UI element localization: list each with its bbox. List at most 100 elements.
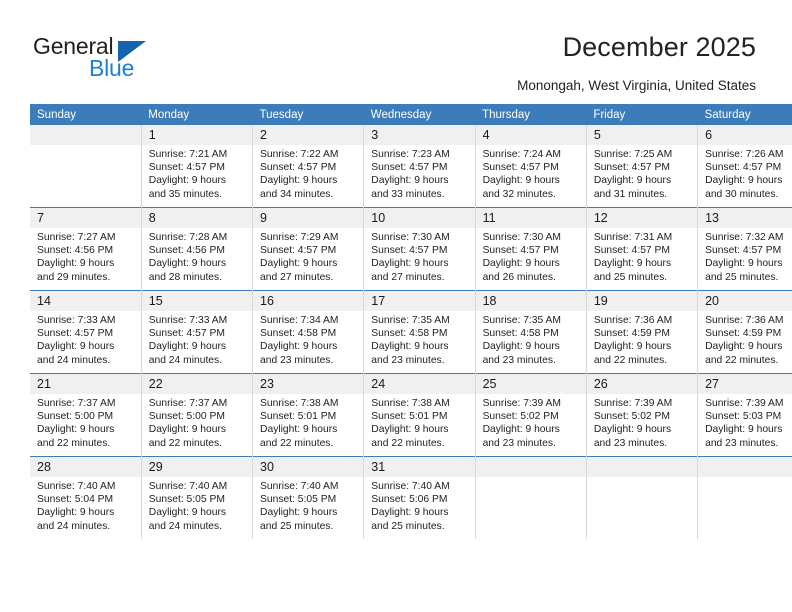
sunset-time: Sunset: 4:59 PM (593, 328, 670, 340)
daylight-duration-line2: and 31 minutes. (593, 188, 668, 200)
day-details: Sunrise: 7:22 AM Sunset: 4:57 PM Daylight:… (253, 145, 363, 201)
day-details: Sunrise: 7:40 AM Sunset: 5:06 PM Daylight:… (364, 477, 474, 533)
calendar-day-cell[interactable]: 12 Sunrise: 7:31 AM Sunset: 4:57 PM Dayligh… (586, 207, 699, 291)
day-number: 16 (253, 291, 364, 311)
daylight-duration-line2: and 27 minutes. (260, 271, 334, 283)
daylight-duration-line1: Daylight: 9 hours (260, 341, 338, 353)
calendar-day-cell[interactable]: 19 Sunrise: 7:36 AM Sunset: 4:59 PM Dayligh… (586, 290, 699, 374)
calendar-day-cell[interactable]: 17 Sunrise: 7:35 AM Sunset: 4:58 PM Dayligh… (363, 290, 476, 374)
day-number (30, 125, 141, 145)
day-details: Sunrise: 7:36 AM Sunset: 4:59 PM Daylight:… (587, 311, 697, 367)
calendar-day-cell[interactable]: 25 Sunrise: 7:39 AM Sunset: 5:02 PM Dayligh… (475, 373, 587, 457)
sunrise-time: Sunrise: 7:21 AM (148, 149, 228, 160)
day-number (475, 457, 586, 477)
daylight-duration-line1: Daylight: 9 hours (482, 175, 560, 187)
daylight-duration-line2: and 22 minutes. (260, 437, 334, 449)
calendar-day-cell[interactable]: 10 Sunrise: 7:30 AM Sunset: 4:57 PM Dayligh… (363, 207, 476, 291)
day-details: Sunrise: 7:30 AM Sunset: 4:57 PM Daylight:… (476, 228, 586, 284)
calendar-day-cell[interactable]: 21 Sunrise: 7:37 AM Sunset: 5:00 PM Dayligh… (30, 373, 142, 457)
page-subtitle-location: Monongah, West Virginia, United States (517, 78, 756, 93)
sunset-time: Sunset: 4:58 PM (482, 328, 559, 340)
weekday-header-friday: Friday (586, 104, 698, 125)
day-number: 19 (586, 291, 698, 311)
sunrise-time: Sunrise: 7:33 AM (37, 315, 116, 326)
daylight-duration-line2: and 26 minutes. (482, 271, 556, 283)
daylight-duration-line2: and 28 minutes. (148, 271, 223, 283)
day-number (698, 457, 792, 477)
day-details: Sunrise: 7:37 AM Sunset: 5:00 PM Daylight:… (30, 394, 141, 450)
calendar-day-cell[interactable]: 31 Sunrise: 7:40 AM Sunset: 5:06 PM Dayligh… (363, 456, 476, 539)
daylight-duration-line2: and 22 minutes. (705, 354, 779, 366)
calendar-day-cell[interactable]: 15 Sunrise: 7:33 AM Sunset: 4:57 PM Dayligh… (141, 290, 254, 374)
daylight-duration-line1: Daylight: 9 hours (705, 424, 783, 436)
sunset-time: Sunset: 4:57 PM (705, 162, 782, 174)
calendar-week-row: 21 Sunrise: 7:37 AM Sunset: 5:00 PM Dayligh… (30, 373, 792, 457)
calendar-day-cell[interactable]: 4 Sunrise: 7:24 AM Sunset: 4:57 PM Daylight… (475, 125, 587, 208)
day-details: Sunrise: 7:35 AM Sunset: 4:58 PM Daylight:… (476, 311, 586, 367)
sunrise-time: Sunrise: 7:40 AM (148, 481, 228, 492)
calendar-day-cell[interactable]: 18 Sunrise: 7:35 AM Sunset: 4:58 PM Dayligh… (475, 290, 587, 374)
daylight-duration-line1: Daylight: 9 hours (148, 258, 227, 270)
day-details: Sunrise: 7:23 AM Sunset: 4:57 PM Daylight:… (364, 145, 474, 201)
sunrise-time: Sunrise: 7:37 AM (148, 398, 228, 409)
calendar-day-cell[interactable]: 26 Sunrise: 7:39 AM Sunset: 5:02 PM Dayligh… (586, 373, 699, 457)
general-blue-logo[interactable]: General Blue (33, 33, 163, 81)
daylight-duration-line1: Daylight: 9 hours (371, 258, 449, 270)
calendar-day-cell[interactable]: 3 Sunrise: 7:23 AM Sunset: 4:57 PM Daylight… (363, 125, 476, 208)
day-details: Sunrise: 7:30 AM Sunset: 4:57 PM Daylight:… (364, 228, 474, 284)
day-details: Sunrise: 7:35 AM Sunset: 4:58 PM Daylight:… (364, 311, 474, 367)
weekday-header-tuesday: Tuesday (252, 104, 364, 125)
sunset-time: Sunset: 4:57 PM (260, 245, 337, 257)
calendar-day-cell[interactable]: 13 Sunrise: 7:32 AM Sunset: 4:57 PM Dayligh… (697, 207, 792, 291)
sunrise-time: Sunrise: 7:39 AM (593, 398, 673, 409)
calendar-day-cell[interactable]: 9 Sunrise: 7:29 AM Sunset: 4:57 PM Daylight… (252, 207, 365, 291)
sunset-time: Sunset: 4:57 PM (593, 245, 670, 257)
daylight-duration-line1: Daylight: 9 hours (371, 507, 449, 519)
calendar-day-cell[interactable]: 2 Sunrise: 7:22 AM Sunset: 4:57 PM Daylight… (252, 125, 365, 208)
day-number: 11 (475, 208, 586, 228)
sunrise-time: Sunrise: 7:26 AM (705, 149, 784, 160)
calendar-day-cell[interactable]: 5 Sunrise: 7:25 AM Sunset: 4:57 PM Daylight… (586, 125, 699, 208)
sunset-time: Sunset: 4:57 PM (482, 162, 559, 174)
calendar-day-cell[interactable]: 24 Sunrise: 7:38 AM Sunset: 5:01 PM Dayligh… (363, 373, 476, 457)
calendar-day-cell[interactable]: 22 Sunrise: 7:37 AM Sunset: 5:00 PM Dayligh… (141, 373, 254, 457)
calendar-day-cell[interactable]: 1 Sunrise: 7:21 AM Sunset: 4:57 PM Daylight… (141, 125, 254, 208)
calendar-day-cell[interactable]: 16 Sunrise: 7:34 AM Sunset: 4:58 PM Dayligh… (252, 290, 365, 374)
daylight-duration-line1: Daylight: 9 hours (371, 175, 449, 187)
day-number: 18 (475, 291, 586, 311)
day-number: 29 (141, 457, 253, 477)
calendar-day-cell[interactable]: 11 Sunrise: 7:30 AM Sunset: 4:57 PM Dayligh… (475, 207, 587, 291)
daylight-duration-line2: and 23 minutes. (705, 437, 779, 449)
calendar-day-cell[interactable]: 6 Sunrise: 7:26 AM Sunset: 4:57 PM Daylight… (697, 125, 792, 208)
day-details: Sunrise: 7:40 AM Sunset: 5:05 PM Daylight:… (253, 477, 363, 533)
day-number: 4 (475, 125, 586, 145)
day-details: Sunrise: 7:38 AM Sunset: 5:01 PM Daylight:… (364, 394, 474, 450)
sunset-time: Sunset: 5:01 PM (260, 411, 337, 423)
daylight-duration-line1: Daylight: 9 hours (593, 258, 672, 270)
sunrise-time: Sunrise: 7:40 AM (37, 481, 116, 492)
day-number: 23 (253, 374, 364, 394)
sunset-time: Sunset: 4:59 PM (705, 328, 782, 340)
sunrise-time: Sunrise: 7:30 AM (371, 232, 450, 243)
day-details: Sunrise: 7:28 AM Sunset: 4:56 PM Daylight:… (142, 228, 252, 284)
daylight-duration-line1: Daylight: 9 hours (260, 507, 338, 519)
calendar-empty-cell (30, 125, 142, 208)
calendar-day-cell[interactable]: 23 Sunrise: 7:38 AM Sunset: 5:01 PM Dayligh… (252, 373, 365, 457)
day-details: Sunrise: 7:26 AM Sunset: 4:57 PM Daylight:… (698, 145, 792, 201)
calendar-page: General Blue December 2025 Monongah, Wes… (0, 0, 792, 612)
calendar-day-cell[interactable]: 29 Sunrise: 7:40 AM Sunset: 5:05 PM Dayligh… (141, 456, 254, 539)
day-details: Sunrise: 7:33 AM Sunset: 4:57 PM Daylight:… (142, 311, 252, 367)
daylight-duration-line2: and 25 minutes. (705, 271, 779, 283)
day-number: 20 (698, 291, 792, 311)
daylight-duration-line1: Daylight: 9 hours (148, 341, 227, 353)
calendar-day-cell[interactable]: 30 Sunrise: 7:40 AM Sunset: 5:05 PM Dayligh… (252, 456, 365, 539)
calendar-day-cell[interactable]: 14 Sunrise: 7:33 AM Sunset: 4:57 PM Dayligh… (30, 290, 142, 374)
calendar-day-cell[interactable]: 28 Sunrise: 7:40 AM Sunset: 5:04 PM Dayligh… (30, 456, 142, 539)
daylight-duration-line1: Daylight: 9 hours (148, 175, 227, 187)
calendar-day-cell[interactable]: 8 Sunrise: 7:28 AM Sunset: 4:56 PM Daylight… (141, 207, 254, 291)
sunset-time: Sunset: 4:57 PM (371, 162, 448, 174)
calendar-day-cell[interactable]: 27 Sunrise: 7:39 AM Sunset: 5:03 PM Dayligh… (697, 373, 792, 457)
calendar-day-cell[interactable]: 7 Sunrise: 7:27 AM Sunset: 4:56 PM Daylight… (30, 207, 142, 291)
daylight-duration-line2: and 29 minutes. (37, 271, 111, 283)
calendar-day-cell[interactable]: 20 Sunrise: 7:36 AM Sunset: 4:59 PM Dayligh… (697, 290, 792, 374)
